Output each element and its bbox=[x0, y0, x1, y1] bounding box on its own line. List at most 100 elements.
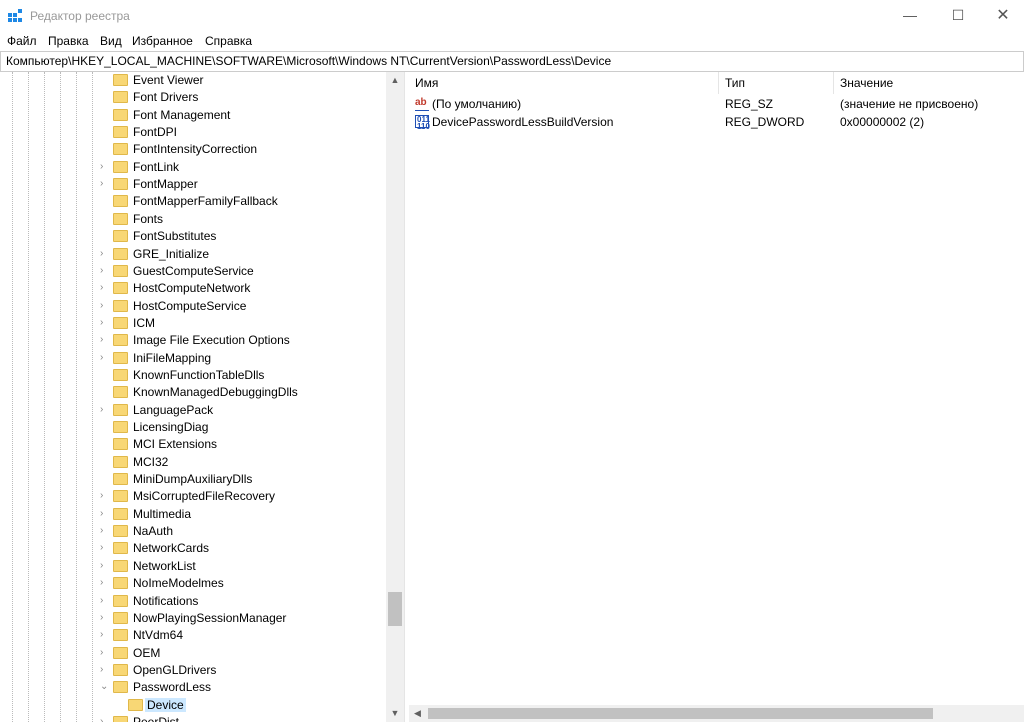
tree-item[interactable]: › Multimedia bbox=[0, 506, 386, 523]
address-bar[interactable]: Компьютер\HKEY_LOCAL_MACHINE\SOFTWARE\Mi… bbox=[0, 51, 1024, 72]
tree-item[interactable]: FontMapperFamilyFallback bbox=[0, 193, 386, 210]
tree-item[interactable]: › NetworkList bbox=[0, 558, 386, 575]
tree-item[interactable]: Font Management bbox=[0, 107, 386, 124]
folder-icon bbox=[113, 403, 128, 416]
tree-item[interactable]: › ICM bbox=[0, 315, 386, 332]
expand-chevron-icon[interactable]: › bbox=[100, 647, 110, 659]
expand-chevron-icon[interactable]: › bbox=[100, 716, 110, 722]
tree-item-label: MiniDumpAuxiliaryDlls bbox=[133, 472, 253, 487]
tree-item-label: FontDPI bbox=[133, 125, 178, 140]
values-horizontal-scrollbar[interactable]: ◀ bbox=[409, 705, 1024, 722]
column-header-type[interactable]: Тип bbox=[719, 72, 834, 94]
expand-chevron-icon bbox=[100, 456, 110, 468]
tree-item[interactable]: › OpenGLDrivers bbox=[0, 662, 386, 679]
close-button[interactable]: ✕ bbox=[980, 0, 1024, 31]
tree-item[interactable]: › NaAuth bbox=[0, 523, 386, 540]
tree-item[interactable]: › MsiCorruptedFileRecovery bbox=[0, 488, 386, 505]
scroll-down-arrow-icon[interactable]: ▼ bbox=[386, 705, 404, 722]
tree-item[interactable]: › GRE_Initialize bbox=[0, 246, 386, 263]
tree-item-label: Fonts bbox=[133, 211, 164, 226]
tree-item[interactable]: › FontMapper bbox=[0, 176, 386, 193]
title-bar: Редактор реестра — ☐ ✕ bbox=[0, 0, 1024, 31]
expand-chevron-icon[interactable]: › bbox=[100, 300, 110, 312]
expand-chevron-icon[interactable]: › bbox=[100, 490, 110, 502]
folder-icon bbox=[113, 507, 128, 520]
tree-item[interactable]: › Image File Execution Options bbox=[0, 332, 386, 349]
expand-chevron-icon[interactable]: › bbox=[100, 525, 110, 537]
tree-item-label: MCI32 bbox=[133, 454, 169, 469]
tree-item[interactable]: Event Viewer bbox=[0, 72, 386, 89]
folder-icon bbox=[113, 646, 128, 659]
tree-item[interactable]: Fonts bbox=[0, 211, 386, 228]
menu-edit[interactable]: Правка bbox=[48, 34, 89, 48]
scroll-thumb[interactable] bbox=[388, 592, 402, 626]
tree-item[interactable]: FontIntensityCorrection bbox=[0, 141, 386, 158]
expand-chevron-icon[interactable]: › bbox=[100, 248, 110, 260]
expand-chevron-icon[interactable]: › bbox=[100, 664, 110, 676]
expand-chevron-icon[interactable]: › bbox=[100, 629, 110, 641]
folder-icon bbox=[113, 91, 128, 104]
expand-chevron-icon[interactable]: › bbox=[100, 542, 110, 554]
minimize-button[interactable]: — bbox=[887, 0, 933, 31]
column-header-name[interactable]: Имя bbox=[409, 72, 719, 94]
tree-item[interactable]: FontDPI bbox=[0, 124, 386, 141]
tree-item-label: GuestComputeService bbox=[133, 263, 254, 278]
tree-item[interactable]: MiniDumpAuxiliaryDlls bbox=[0, 471, 386, 488]
tree-item[interactable]: › GuestComputeService bbox=[0, 263, 386, 280]
value-row[interactable]: 011 110 DevicePasswordLessBuildVersion R… bbox=[409, 113, 1024, 131]
expand-chevron-icon[interactable]: › bbox=[100, 508, 110, 520]
expand-chevron-icon[interactable]: › bbox=[100, 282, 110, 294]
menu-help[interactable]: Справка bbox=[205, 34, 252, 48]
tree-item[interactable]: ⌄ PasswordLess bbox=[0, 679, 386, 696]
tree-item[interactable]: FontSubstitutes bbox=[0, 228, 386, 245]
tree-vertical-scrollbar[interactable]: ▲ ▼ bbox=[386, 72, 404, 722]
tree-item[interactable]: › NowPlayingSessionManager bbox=[0, 610, 386, 627]
menu-view[interactable]: Вид bbox=[100, 34, 122, 48]
expand-chevron-icon[interactable]: › bbox=[100, 161, 110, 173]
values-list[interactable]: Имя Тип Значение ab (По умолчанию) REG_S… bbox=[409, 72, 1024, 722]
expand-chevron-icon[interactable]: › bbox=[100, 265, 110, 277]
tree-item[interactable]: › PeerDist bbox=[0, 714, 386, 722]
expand-chevron-icon[interactable]: › bbox=[100, 560, 110, 572]
column-header-value[interactable]: Значение bbox=[834, 72, 1024, 94]
tree-item[interactable]: › HostComputeService bbox=[0, 298, 386, 315]
key-tree[interactable]: Event Viewer Font Drivers Font Management F… bbox=[0, 72, 404, 722]
tree-item[interactable]: KnownManagedDebuggingDlls bbox=[0, 384, 386, 401]
expand-chevron-icon[interactable]: › bbox=[100, 577, 110, 589]
scroll-up-arrow-icon[interactable]: ▲ bbox=[386, 72, 404, 89]
tree-item[interactable]: › NoImeModelmes bbox=[0, 575, 386, 592]
expand-chevron-icon[interactable]: › bbox=[100, 178, 110, 190]
expand-chevron-icon[interactable]: › bbox=[100, 595, 110, 607]
collapse-chevron-icon[interactable]: ⌄ bbox=[100, 681, 110, 693]
tree-item[interactable]: › FontLink bbox=[0, 159, 386, 176]
menu-favorites[interactable]: Избранное bbox=[132, 34, 193, 48]
tree-item[interactable]: › IniFileMapping bbox=[0, 350, 386, 367]
expand-chevron-icon[interactable]: › bbox=[100, 352, 110, 364]
expand-chevron-icon[interactable]: › bbox=[100, 404, 110, 416]
tree-item[interactable]: › NetworkCards bbox=[0, 540, 386, 557]
tree-item[interactable]: › NtVdm64 bbox=[0, 627, 386, 644]
expand-chevron-icon bbox=[100, 230, 110, 242]
tree-item[interactable]: › HostComputeNetwork bbox=[0, 280, 386, 297]
expand-chevron-icon[interactable]: › bbox=[100, 334, 110, 346]
value-row[interactable]: ab (По умолчанию) REG_SZ (значение не пр… bbox=[409, 95, 1024, 113]
maximize-button[interactable]: ☐ bbox=[935, 0, 981, 31]
scroll-thumb[interactable] bbox=[428, 708, 933, 719]
expand-chevron-icon[interactable]: › bbox=[100, 612, 110, 624]
tree-item[interactable]: MCI32 bbox=[0, 454, 386, 471]
tree-item-label: NetworkCards bbox=[133, 541, 210, 556]
tree-item[interactable]: Device bbox=[0, 697, 386, 714]
tree-item-label: Notifications bbox=[133, 593, 199, 608]
tree-item[interactable]: › LanguagePack bbox=[0, 402, 386, 419]
tree-item[interactable]: KnownFunctionTableDlls bbox=[0, 367, 386, 384]
tree-item[interactable]: LicensingDiag bbox=[0, 419, 386, 436]
tree-item[interactable]: MCI Extensions bbox=[0, 436, 386, 453]
tree-item[interactable]: Font Drivers bbox=[0, 89, 386, 106]
tree-item[interactable]: › OEM bbox=[0, 645, 386, 662]
menu-file[interactable]: Файл bbox=[7, 34, 37, 48]
tree-item-label: PasswordLess bbox=[133, 680, 212, 695]
tree-item[interactable]: › Notifications bbox=[0, 593, 386, 610]
scroll-left-arrow-icon[interactable]: ◀ bbox=[409, 705, 426, 722]
folder-icon bbox=[113, 126, 128, 139]
expand-chevron-icon[interactable]: › bbox=[100, 317, 110, 329]
